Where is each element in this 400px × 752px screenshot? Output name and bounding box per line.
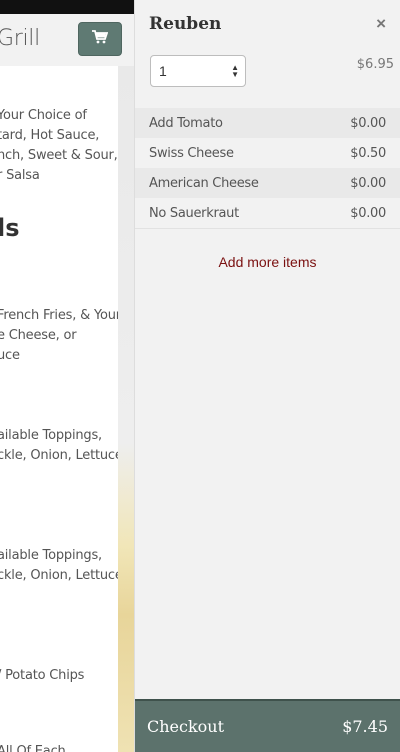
- modifier-row: Swiss Cheese $0.50: [135, 138, 400, 168]
- select-arrows-icon: ▲ ▼: [231, 63, 239, 79]
- modifier-name: No Sauerkraut: [149, 205, 239, 221]
- menu-line: nch, Sweet & Sour,: [0, 148, 118, 163]
- close-icon[interactable]: ×: [376, 14, 386, 34]
- menu-section-heading: ls: [0, 214, 20, 242]
- modifier-price: $0.00: [350, 205, 386, 221]
- quantity-select[interactable]: 1 ▲ ▼: [150, 55, 246, 87]
- modifier-name: Add Tomato: [149, 115, 223, 131]
- menu-line: Your Choice of: [0, 108, 87, 123]
- menu-line: ailable Toppings,: [0, 428, 102, 443]
- modifier-name: Swiss Cheese: [149, 145, 234, 161]
- modifier-list: Add Tomato $0.00 Swiss Cheese $0.50 Amer…: [135, 108, 400, 229]
- checkout-button[interactable]: Checkout $7.45: [135, 699, 400, 752]
- cart-button[interactable]: [78, 22, 122, 56]
- modifier-row: American Cheese $0.00: [135, 168, 400, 198]
- menu-line: ckle, Onion, Lettuce: [0, 448, 118, 463]
- menu-card: Your Choice of tard, Hot Sauce, nch, Swe…: [0, 66, 118, 752]
- menu-line: ailable Toppings,: [0, 548, 102, 563]
- menu-line: French Fries, & Your: [0, 308, 118, 323]
- site-title: Grill: [0, 26, 40, 51]
- modifier-price: $0.00: [350, 175, 386, 191]
- menu-line: r Salsa: [0, 168, 40, 183]
- menu-line: tard, Hot Sauce,: [0, 128, 100, 143]
- menu-line: uce: [0, 348, 20, 363]
- modifier-row: No Sauerkraut $0.00: [135, 198, 400, 228]
- background-image-strip: [118, 66, 134, 752]
- item-detail-panel: Reuben × 1 ▲ ▼ $6.95 Add Tomato $0.00 Swi…: [134, 0, 400, 752]
- quantity-value: 1: [159, 63, 167, 79]
- shopping-cart-icon: [92, 29, 109, 49]
- add-more-items-link[interactable]: Add more items: [135, 254, 400, 270]
- checkout-label: Checkout: [147, 717, 225, 736]
- modifier-price: $0.00: [350, 115, 386, 131]
- item-name: Reuben: [149, 14, 222, 34]
- menu-line: / Potato Chips: [0, 668, 85, 683]
- modifier-row: Add Tomato $0.00: [135, 108, 400, 138]
- modifier-price: $0.50: [350, 145, 386, 161]
- menu-line: e Cheese, or: [0, 328, 77, 343]
- modifier-name: American Cheese: [149, 175, 259, 191]
- base-price: $6.95: [356, 57, 394, 72]
- menu-line: ckle, Onion, Lettuce: [0, 568, 118, 583]
- menu-line: All Of Each: [0, 744, 66, 752]
- checkout-total: $7.45: [342, 717, 388, 736]
